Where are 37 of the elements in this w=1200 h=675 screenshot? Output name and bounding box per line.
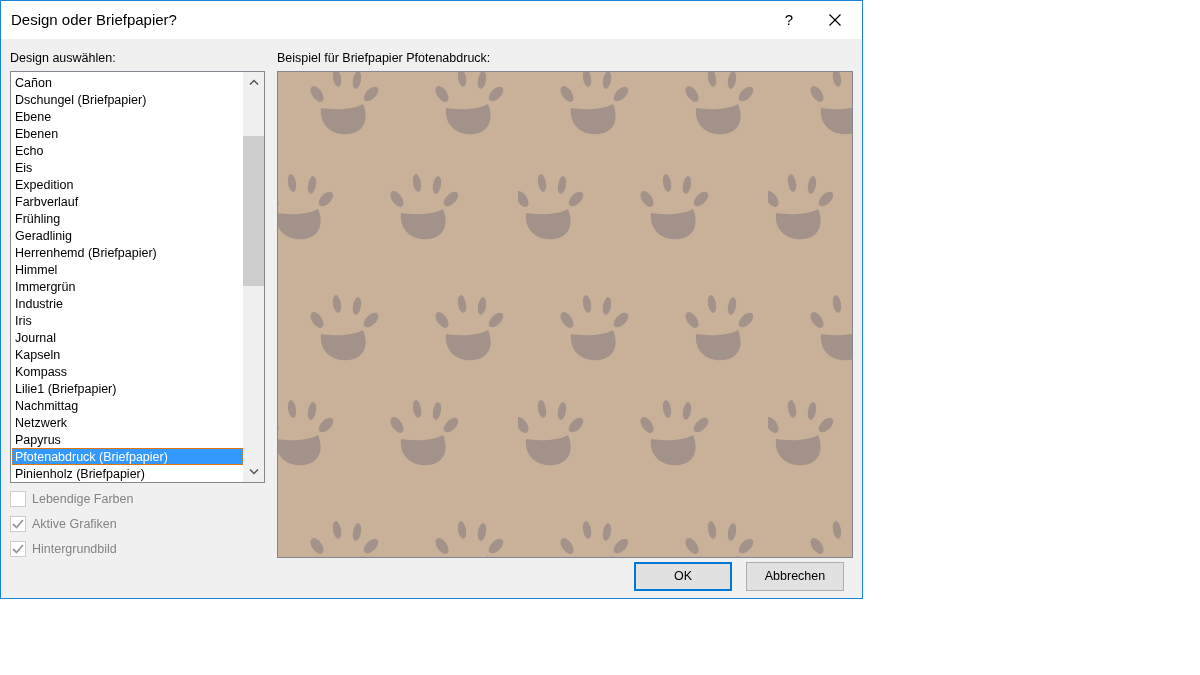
list-label: Design auswählen: xyxy=(10,50,117,67)
list-item[interactable]: Geradlinig xyxy=(12,226,243,244)
scrollbar[interactable] xyxy=(243,71,264,482)
list-item[interactable]: Kapseln xyxy=(12,345,243,363)
list-item[interactable]: Kompass xyxy=(12,362,243,380)
list-item[interactable]: Iris xyxy=(12,311,243,329)
list-item[interactable]: Immergrün xyxy=(12,277,243,295)
help-button[interactable]: ? xyxy=(766,1,812,39)
scroll-up-icon[interactable] xyxy=(248,78,259,85)
checkbox-label: Lebendige Farben xyxy=(32,490,134,508)
scroll-down-icon[interactable] xyxy=(248,468,259,475)
list-item[interactable]: Netzwerk xyxy=(12,413,243,431)
list-item[interactable]: Nachmittag xyxy=(12,396,243,414)
list-item[interactable]: Journal xyxy=(12,328,243,346)
list-item[interactable]: Dschungel (Briefpapier) xyxy=(12,90,243,108)
list-item[interactable]: Pinienholz (Briefpapier) xyxy=(12,464,243,482)
list-item[interactable]: Papyrus xyxy=(12,430,243,448)
scroll-thumb[interactable] xyxy=(243,135,264,286)
list-item[interactable]: Himmel xyxy=(12,260,243,278)
checkbox-label: Aktive Grafiken xyxy=(32,515,117,533)
list-item[interactable]: Expedition xyxy=(12,175,243,193)
list-item[interactable]: Eis xyxy=(12,158,243,176)
list-item[interactable]: Farbverlauf xyxy=(12,192,243,210)
ok-button[interactable]: OK xyxy=(634,561,732,591)
list-item[interactable]: Industrie xyxy=(12,294,243,312)
list-item[interactable]: Frühling xyxy=(12,209,243,227)
cancel-button[interactable]: Abbrechen xyxy=(746,561,844,591)
preview-label: Beispiel für Briefpapier Pfotenabdruck: xyxy=(277,50,492,67)
list-item[interactable]: Lilie1 (Briefpapier) xyxy=(12,379,243,397)
list-item[interactable]: Herrenhemd (Briefpapier) xyxy=(12,243,243,261)
window-title: Design oder Briefpapier? xyxy=(11,9,178,30)
list-item[interactable]: Ebene xyxy=(12,107,243,125)
list-item[interactable]: Cañon xyxy=(12,73,243,91)
checkbox-label: Hintergrundbild xyxy=(32,540,117,558)
close-icon xyxy=(829,14,841,26)
list-item[interactable]: Echo xyxy=(12,141,243,159)
list-item[interactable]: Ebenen xyxy=(12,124,243,142)
